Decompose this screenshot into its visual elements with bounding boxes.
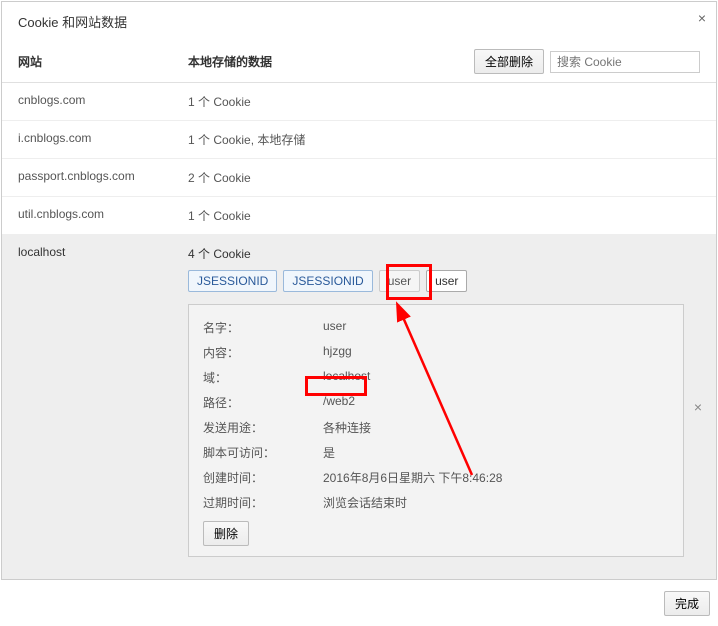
table-row-selected: localhost 4 个 Cookie JSESSIONID JSESSION…: [2, 235, 716, 579]
detail-value-path: /web2: [323, 394, 669, 411]
cookie-details: 名字：user 内容：hjzgg 域：localhost 路径：/web2 发送…: [188, 304, 684, 557]
detail-label-domain: 域：: [203, 369, 323, 386]
site-cell: i.cnblogs.com: [18, 131, 188, 148]
dialog-title: Cookie 和网站数据: [18, 12, 700, 31]
detail-label-expires: 过期时间：: [203, 494, 323, 511]
detail-value-sendfor: 各种连接: [323, 419, 669, 436]
cookie-chip[interactable]: JSESSIONID: [188, 270, 277, 292]
delete-cookie-button[interactable]: 删除: [203, 521, 249, 546]
detail-value-script: 是: [323, 444, 669, 461]
data-cell: 4 个 Cookie: [188, 245, 700, 262]
table-row[interactable]: util.cnblogs.com 1 个 Cookie: [2, 197, 716, 235]
site-cell: passport.cnblogs.com: [18, 169, 188, 186]
detail-label-script: 脚本可访问：: [203, 444, 323, 461]
table-row[interactable]: passport.cnblogs.com 2 个 Cookie: [2, 159, 716, 197]
cookie-chip[interactable]: user: [426, 270, 467, 292]
detail-label-name: 名字：: [203, 319, 323, 336]
dialog-footer: 完成: [0, 581, 718, 626]
cookie-chip[interactable]: JSESSIONID: [283, 270, 372, 292]
cookie-chips: JSESSIONID JSESSIONID user user: [188, 270, 700, 292]
detail-value-expires: 浏览会话结束时: [323, 494, 669, 511]
site-cell: localhost: [18, 245, 188, 262]
data-cell: 2 个 Cookie: [188, 169, 700, 186]
remove-row-icon[interactable]: ×: [694, 399, 702, 415]
cookie-chip[interactable]: user: [379, 270, 420, 292]
site-cell: util.cnblogs.com: [18, 207, 188, 224]
site-cell: cnblogs.com: [18, 93, 188, 110]
delete-all-button[interactable]: 全部删除: [474, 49, 544, 74]
data-cell: 1 个 Cookie: [188, 207, 700, 224]
data-cell: 1 个 Cookie, 本地存储: [188, 131, 700, 148]
toolbar: 网站 本地存储的数据 全部删除: [2, 41, 716, 83]
data-cell: 1 个 Cookie: [188, 93, 700, 110]
detail-value-created: 2016年8月6日星期六 下午8:46:28: [323, 469, 669, 486]
detail-value-domain: localhost: [323, 369, 669, 386]
search-input[interactable]: [550, 51, 700, 73]
detail-value-content: hjzgg: [323, 344, 669, 361]
detail-value-name: user: [323, 319, 669, 336]
detail-label-path: 路径：: [203, 394, 323, 411]
detail-label-created: 创建时间：: [203, 469, 323, 486]
detail-label-content: 内容：: [203, 344, 323, 361]
detail-label-sendfor: 发送用途：: [203, 419, 323, 436]
table-row[interactable]: i.cnblogs.com 1 个 Cookie, 本地存储: [2, 121, 716, 159]
table-row[interactable]: cnblogs.com 1 个 Cookie: [2, 83, 716, 121]
close-icon[interactable]: ×: [698, 10, 706, 26]
cookie-dialog: Cookie 和网站数据 × 网站 本地存储的数据 全部删除 cnblogs.c…: [1, 1, 717, 580]
done-button[interactable]: 完成: [664, 591, 710, 616]
column-header-site: 网站: [18, 53, 188, 70]
dialog-header: Cookie 和网站数据 ×: [2, 2, 716, 41]
column-header-data: 本地存储的数据: [188, 53, 474, 70]
